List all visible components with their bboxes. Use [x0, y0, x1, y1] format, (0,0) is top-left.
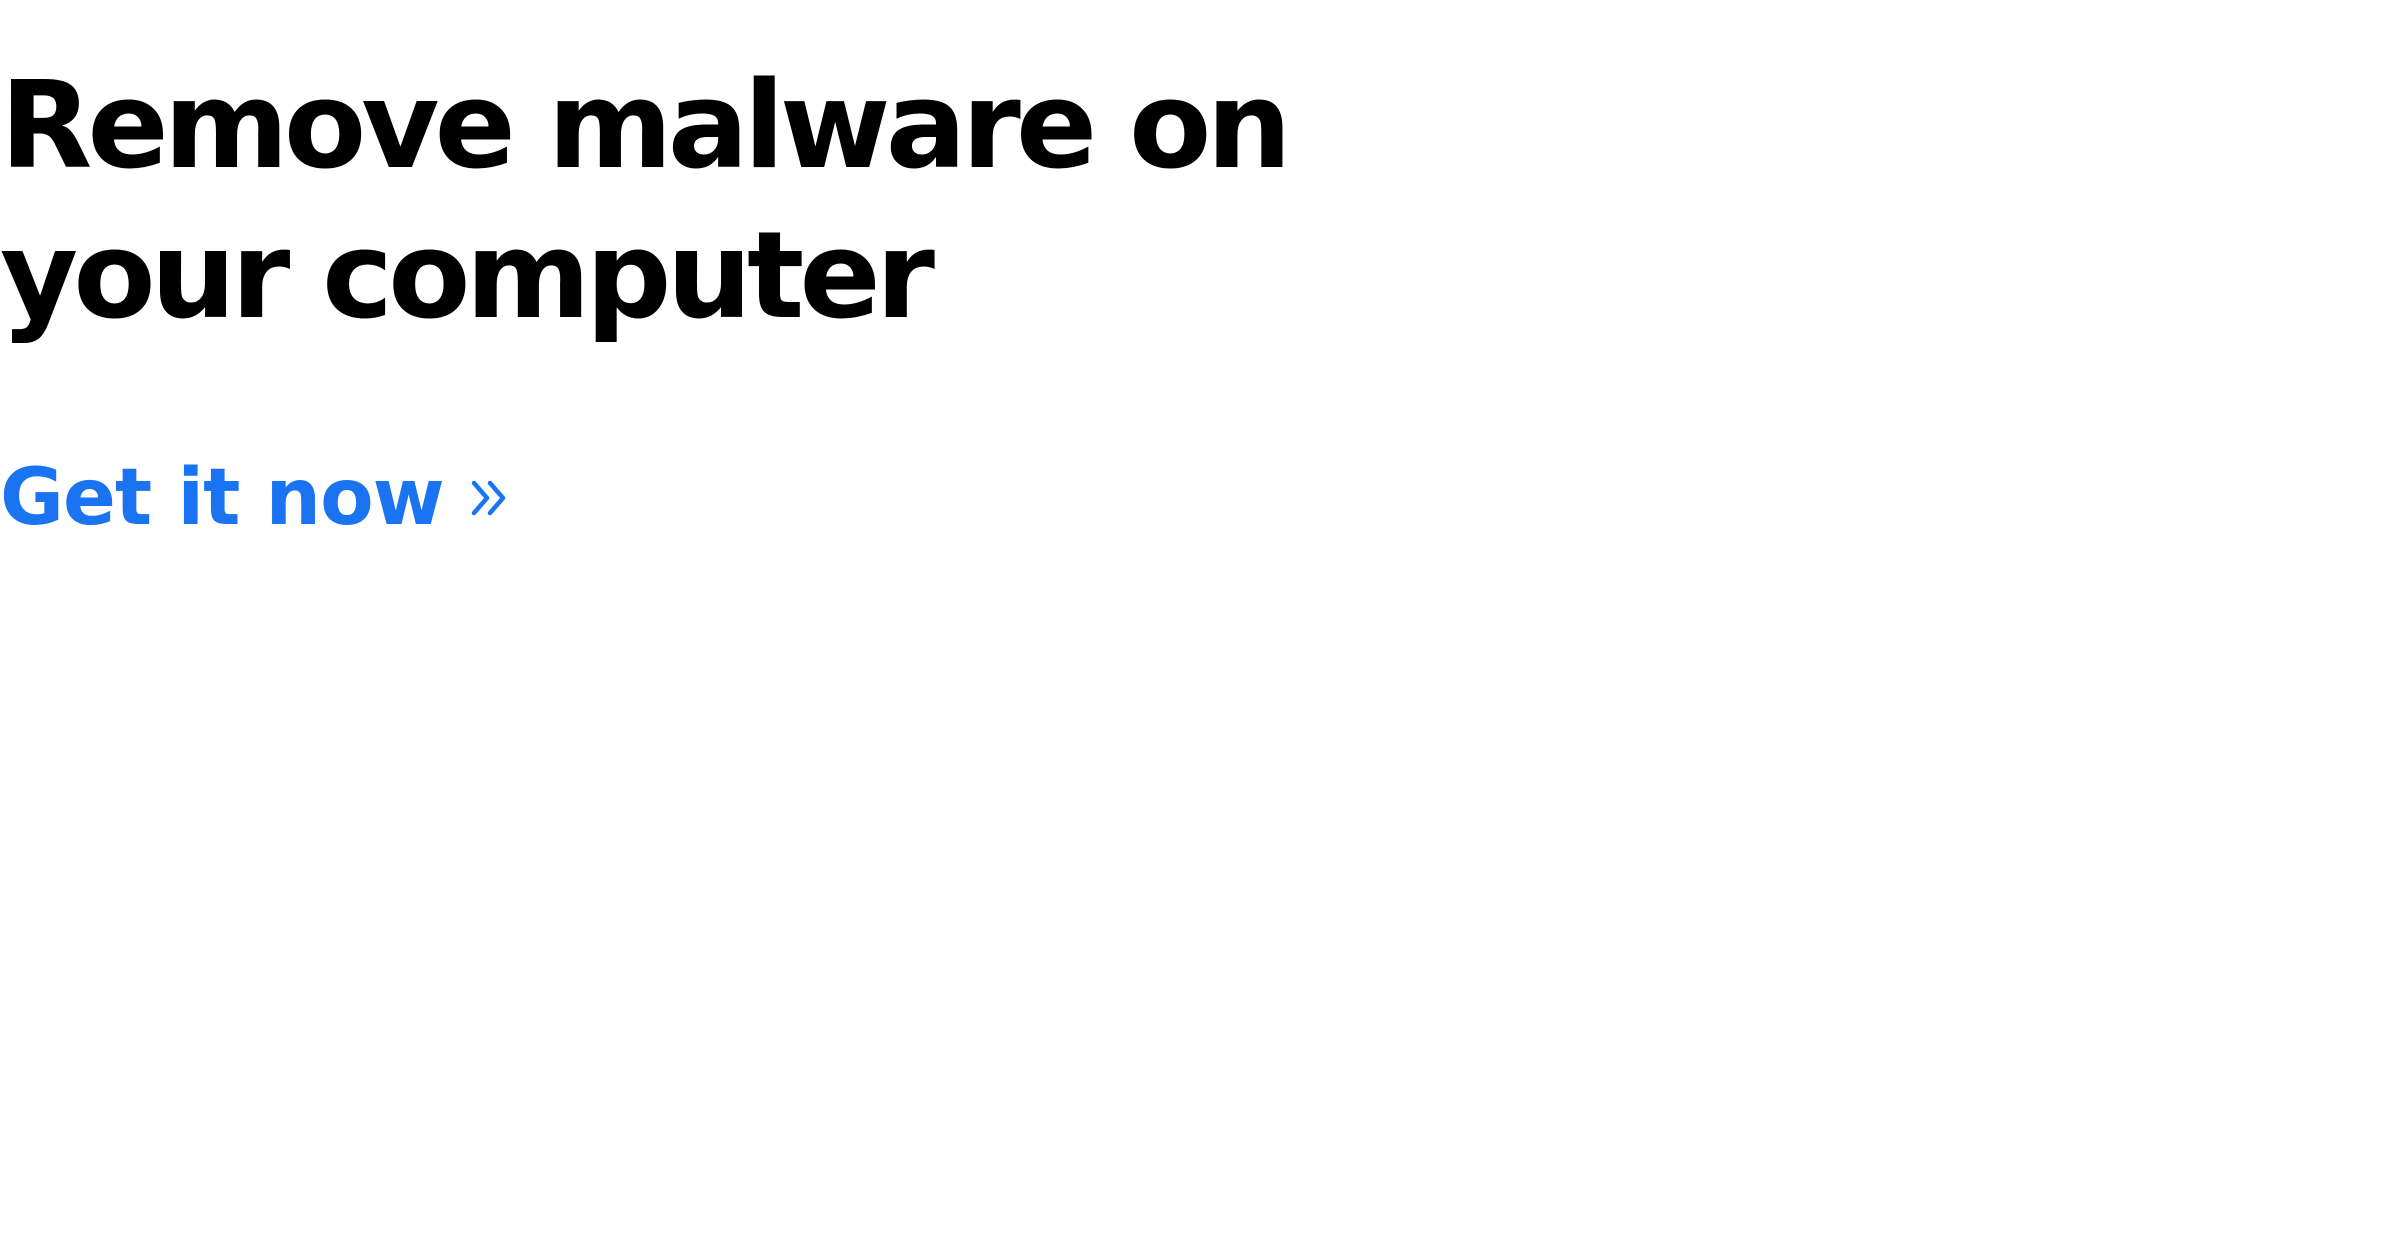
get-it-now-link[interactable]: Get it now [0, 448, 512, 548]
page: Remove malware on your computer Get it n… [0, 0, 2400, 1254]
hero-title-line-1: Remove malware on [0, 57, 1292, 196]
double-chevron-right-icon [471, 480, 505, 516]
hero-title-line-2: your computer [0, 207, 935, 346]
get-it-now-label: Get it now [0, 453, 445, 543]
hero-title: Remove malware on your computer [0, 52, 1500, 352]
